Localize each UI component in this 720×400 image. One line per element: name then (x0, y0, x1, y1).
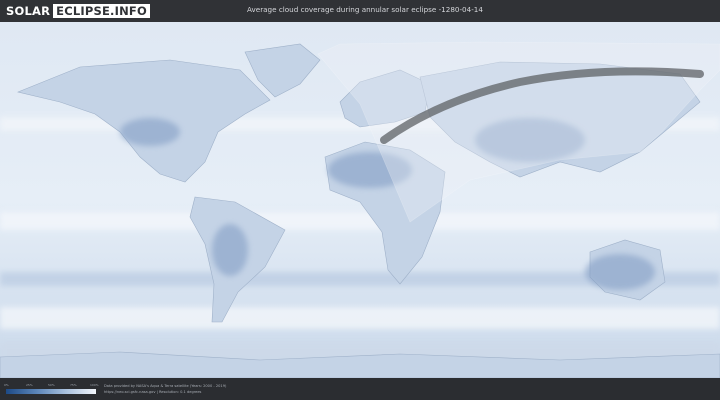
legend-tick: 50% (48, 383, 55, 387)
legend-tick: 25% (26, 383, 33, 387)
logo-text-eclipse-info: ECLIPSE.INFO (53, 3, 150, 18)
footer-bar (0, 378, 720, 400)
data-source-text: https://neo.sci.gsfc.nasa.gov | Resoluti… (104, 390, 202, 394)
data-credit-text: Data provided by NASA's Aqua & Terra sat… (104, 384, 227, 388)
cloud-coverage-map (0, 22, 720, 378)
site-logo[interactable]: SOLAR ECLIPSE.INFO (6, 3, 150, 18)
legend-tick: 75% (70, 383, 77, 387)
legend-tick: 100% (90, 383, 99, 387)
legend-tick: 0% (4, 383, 9, 387)
map-title: Average cloud coverage during annular so… (247, 5, 483, 14)
legend-tick-labels: 0% 25% 50% 75% 100% (4, 383, 100, 388)
logo-text-solar: SOLAR (6, 3, 51, 18)
header-bar: SOLAR ECLIPSE.INFO Average cloud coverag… (0, 0, 720, 22)
cloud-coverage-legend-bar (6, 389, 96, 394)
page: SOLAR ECLIPSE.INFO Average cloud coverag… (0, 0, 720, 400)
